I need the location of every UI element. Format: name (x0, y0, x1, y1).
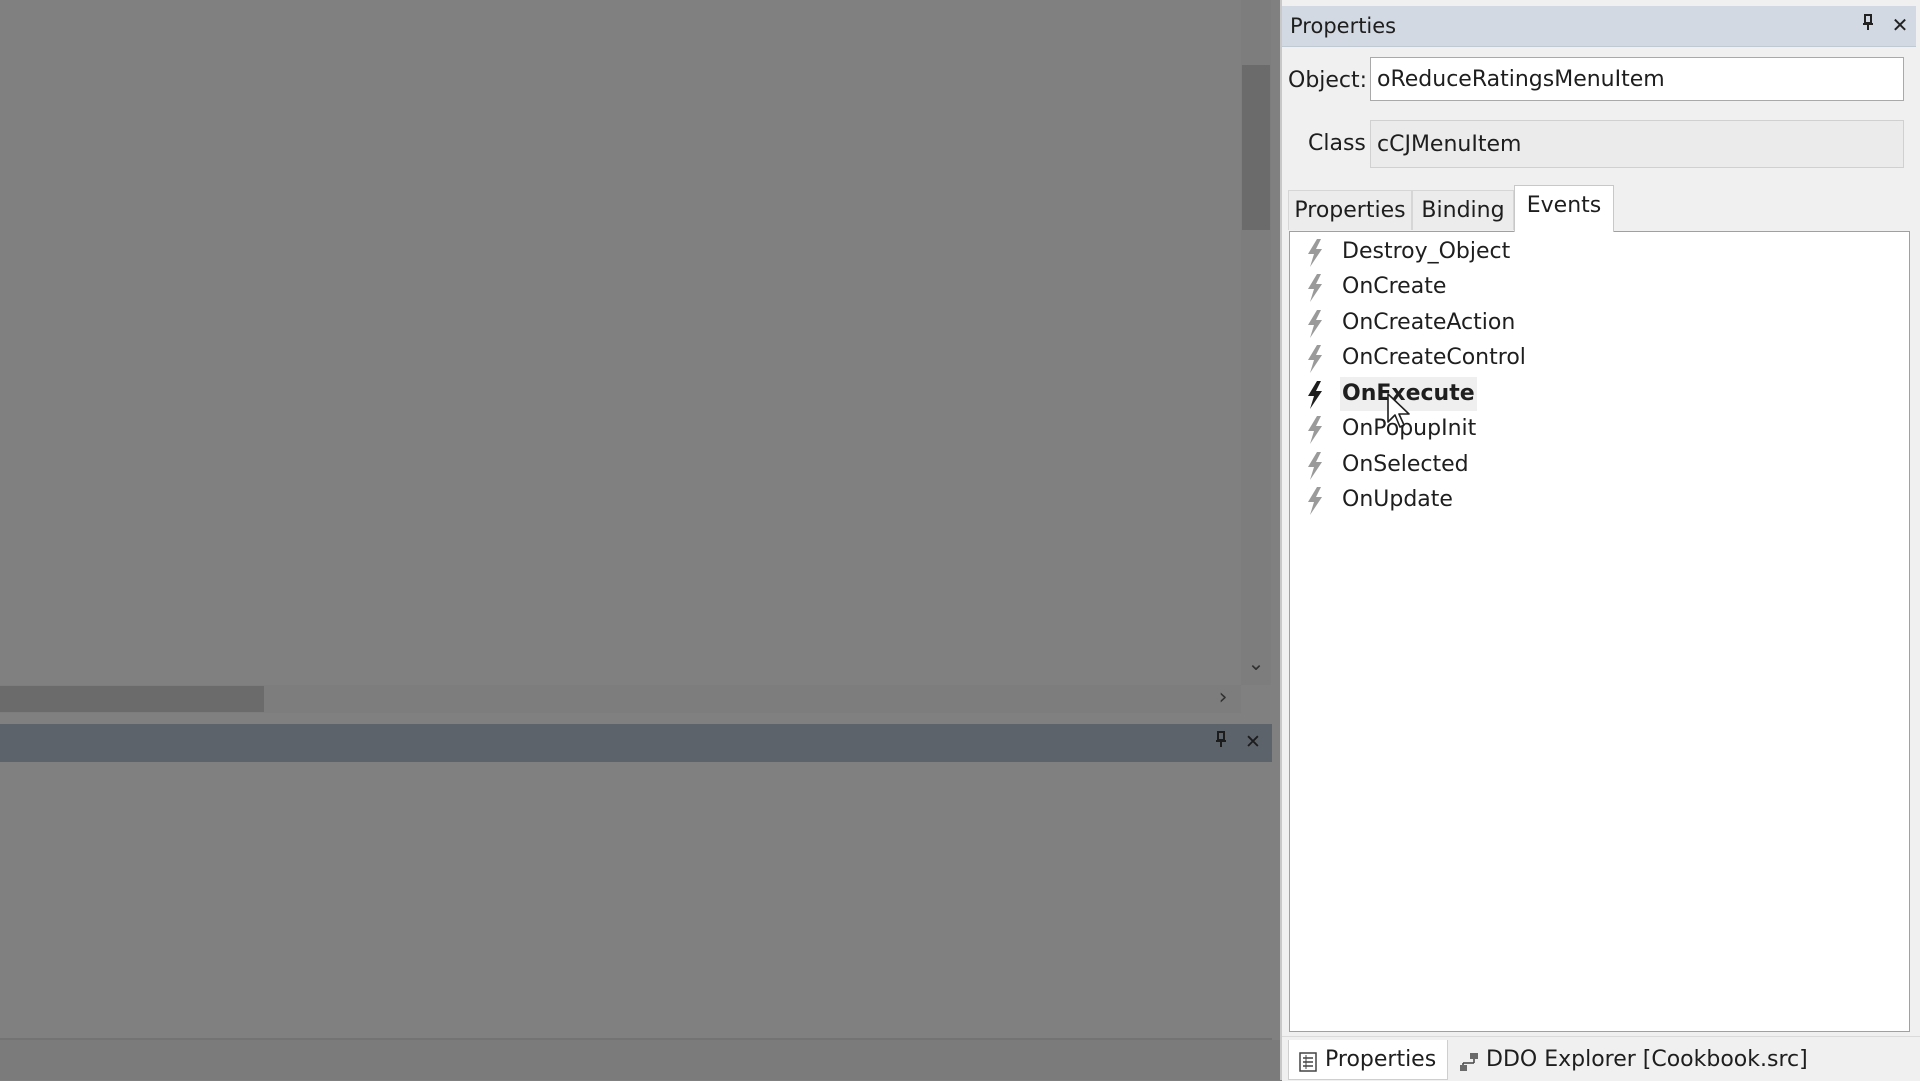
output-pane-body (0, 764, 1272, 1040)
scroll-right-icon[interactable]: › (1210, 686, 1236, 712)
scrollbar-corner (1241, 685, 1271, 713)
mouse-cursor-icon (1387, 393, 1410, 428)
status-bar (0, 1040, 1280, 1080)
lightning-icon (1308, 310, 1322, 338)
pin-icon[interactable] (1208, 729, 1234, 755)
lightning-icon (1308, 274, 1322, 302)
event-name: OnCreateAction (1342, 310, 1516, 335)
event-item-onupdate[interactable]: OnUpdate (1302, 483, 1862, 517)
tab-properties[interactable]: Properties (1288, 190, 1412, 230)
bottom-tab-ddo-explorer[interactable]: DDO Explorer [Cookbook.src] (1450, 1040, 1808, 1080)
object-label: Object: (1288, 68, 1368, 93)
tab-binding[interactable]: Binding (1412, 190, 1514, 230)
ddo-tree-icon (1460, 1053, 1478, 1071)
event-name: OnCreate (1342, 274, 1447, 299)
class-field (1370, 120, 1904, 168)
lightning-icon (1308, 239, 1322, 267)
lightning-icon (1308, 345, 1322, 373)
bottom-tab-label: Properties (1325, 1047, 1437, 1072)
event-name: OnUpdate (1342, 487, 1453, 512)
panel-title: Properties (1290, 14, 1397, 38)
event-item-oncreate[interactable]: OnCreate (1302, 270, 1862, 304)
close-icon[interactable]: ✕ (1240, 729, 1266, 755)
pin-icon (1863, 14, 1873, 30)
editor-area (0, 0, 1270, 685)
class-label: Class (1308, 131, 1366, 156)
pin-icon[interactable] (1854, 12, 1882, 38)
event-name: OnCreateControl (1342, 345, 1526, 370)
event-name: OnSelected (1342, 452, 1469, 477)
tab-events[interactable]: Events (1514, 185, 1614, 232)
event-item-onselected[interactable]: OnSelected (1302, 448, 1862, 482)
bottom-tab-label: DDO Explorer [Cookbook.src] (1486, 1047, 1808, 1072)
scroll-down-icon[interactable]: ⌄ (1243, 652, 1269, 674)
vertical-scrollbar-thumb[interactable] (1242, 65, 1270, 230)
event-item-oncreateaction[interactable]: OnCreateAction (1302, 306, 1862, 340)
properties-grid-icon (1299, 1052, 1317, 1072)
horizontal-scrollbar-thumb[interactable] (0, 686, 264, 712)
lightning-icon (1308, 452, 1322, 480)
event-name: Destroy_Object (1342, 239, 1511, 264)
lightning-icon (1308, 487, 1322, 515)
pin-icon (1216, 731, 1226, 747)
lightning-icon (1308, 381, 1322, 409)
event-item-destroy-object[interactable]: Destroy_Object (1302, 235, 1862, 269)
event-item-oncreatecontrol[interactable]: OnCreateControl (1302, 341, 1862, 375)
bottom-tab-properties[interactable]: Properties (1288, 1040, 1448, 1080)
object-field[interactable] (1370, 57, 1904, 101)
close-icon[interactable]: ✕ (1886, 12, 1914, 38)
output-pane-titlebar (0, 724, 1272, 762)
lightning-icon (1308, 416, 1322, 444)
